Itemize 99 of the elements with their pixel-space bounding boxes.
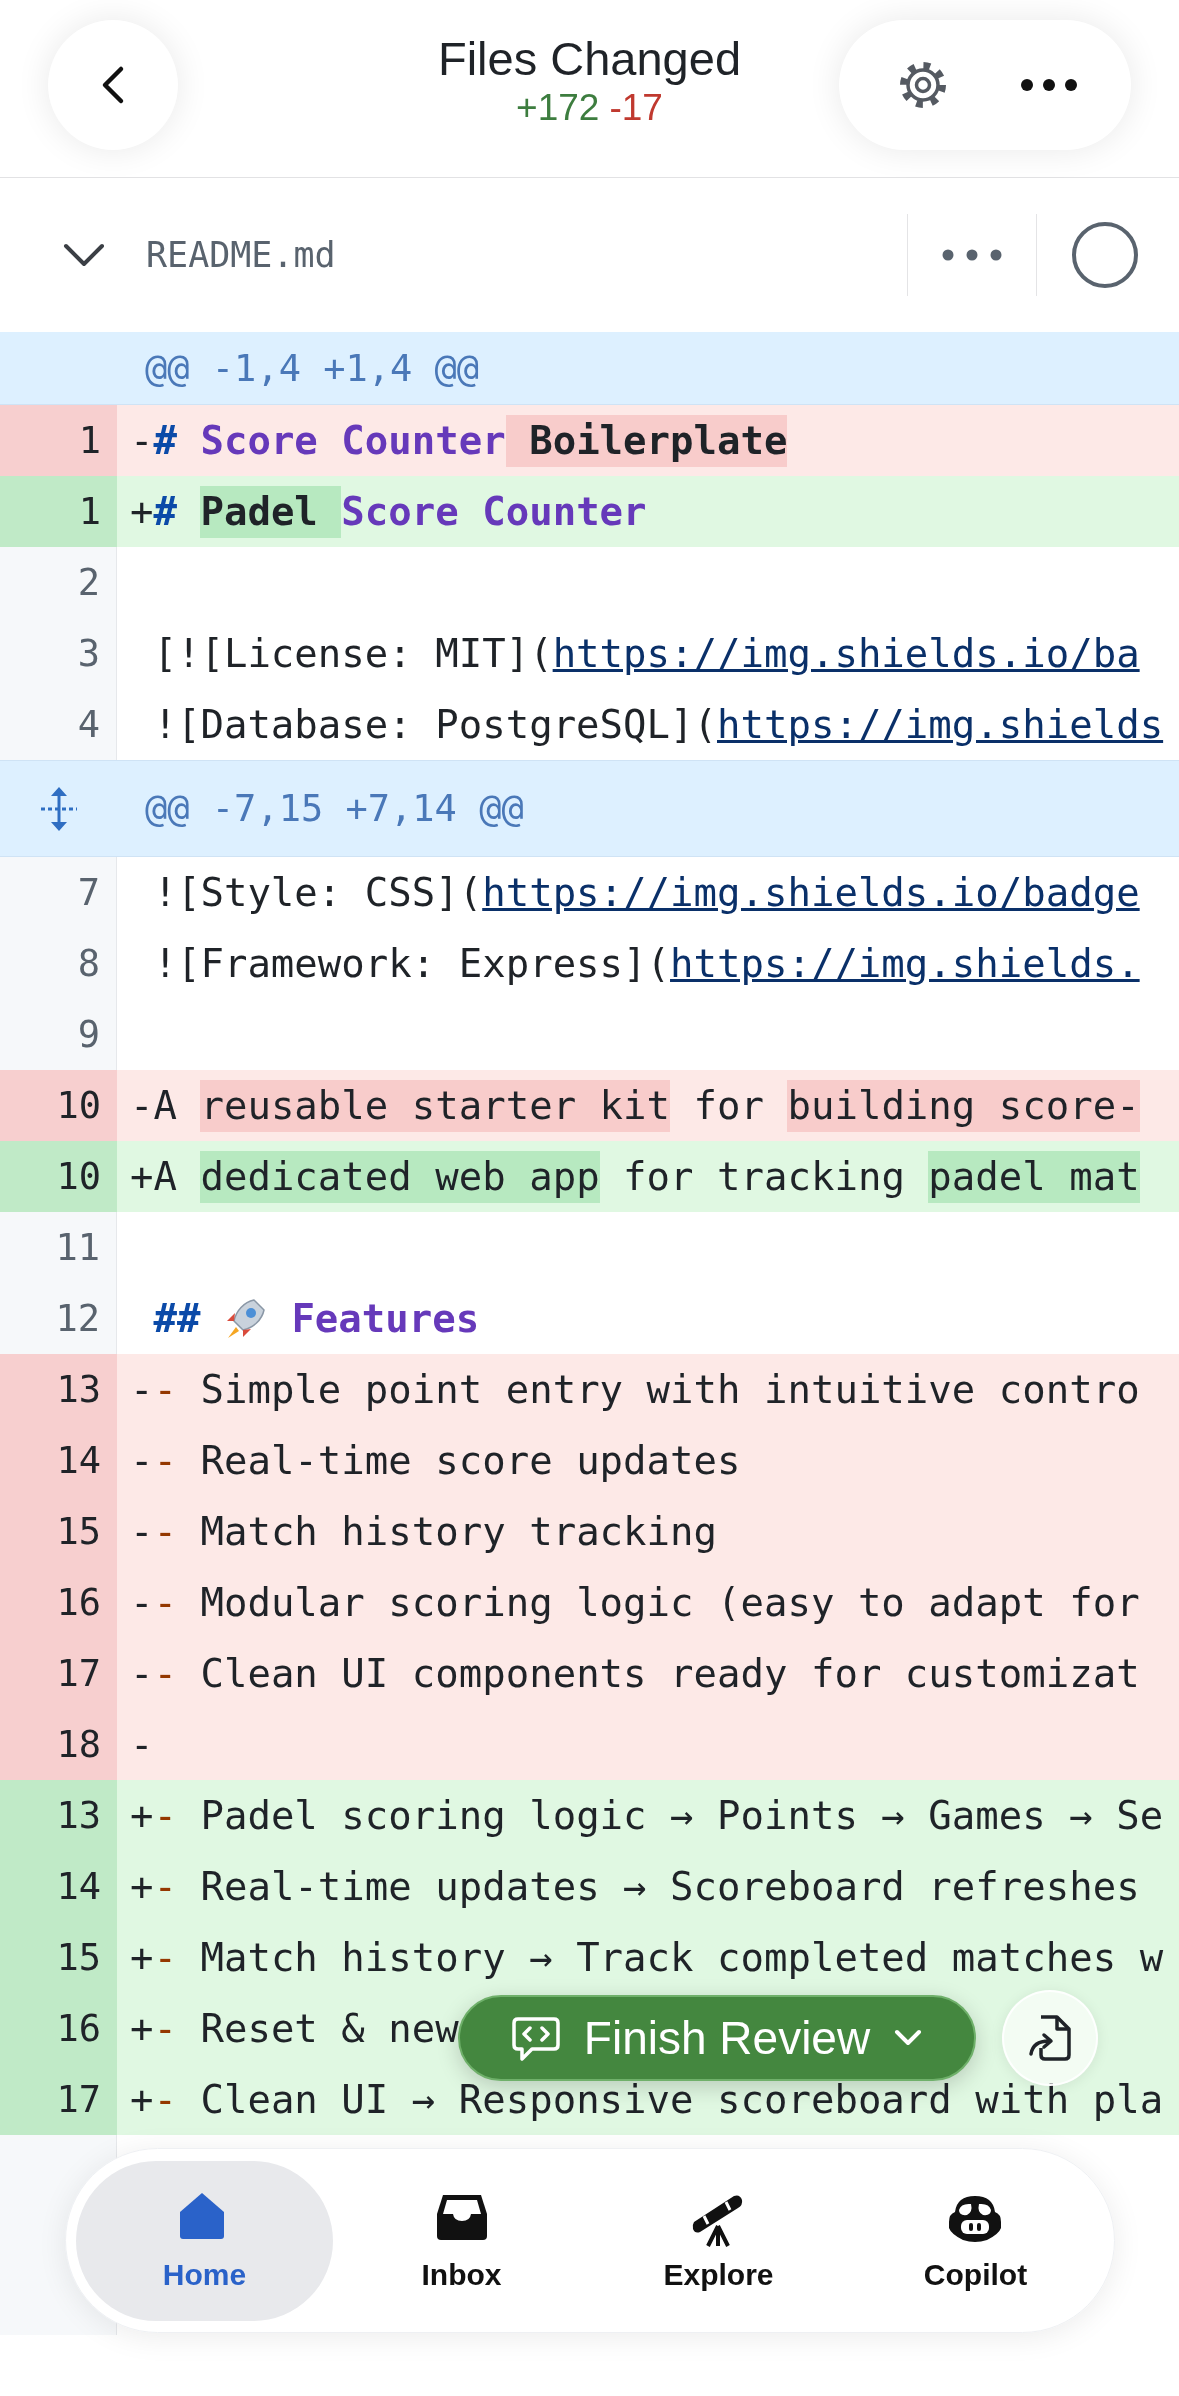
code-text: - (153, 1365, 177, 1414)
line-number: 16 (0, 1993, 117, 2064)
code-text: https://img.shields.io/badge (482, 868, 1140, 917)
code-text: - (130, 1720, 154, 1769)
code-text: dedicated web app (200, 1150, 600, 1203)
tab-item[interactable]: Home (76, 2160, 333, 2321)
code-text: building score- (787, 1079, 1140, 1132)
line-number: 12 (0, 1283, 117, 1354)
code-text: - (130, 1649, 154, 1698)
code-text: - (153, 1862, 177, 1911)
line-number: 2 (0, 547, 117, 618)
line-number: 18 (0, 1709, 117, 1780)
line-number: 13 (0, 1354, 117, 1425)
file-name: README.md (146, 235, 337, 275)
more-icon (942, 249, 1002, 261)
line-number: 17 (0, 1638, 117, 1709)
viewed-toggle[interactable] (1071, 221, 1139, 289)
code-text: - (153, 1436, 177, 1485)
tab-item[interactable]: Inbox (333, 2160, 590, 2321)
code-text: - (130, 1365, 154, 1414)
code-text: Clean UI components ready for customizat (199, 1649, 1140, 1698)
code-text: - (130, 1436, 154, 1485)
code-text: Modular scoring logic (easy to adapt for (199, 1578, 1140, 1627)
code-text: https://img.shields (717, 700, 1164, 749)
line-number: 15 (0, 1922, 117, 1993)
code-text: Match history tracking (199, 1507, 717, 1556)
line-number: 8 (0, 928, 117, 999)
code-text: # (153, 487, 178, 536)
code-text: ## (153, 1294, 201, 1343)
screen-title: Files Changed (437, 30, 742, 87)
code-text: ![Framework: Express]( (153, 939, 671, 988)
line-number: 15 (0, 1496, 117, 1567)
line-number: 16 (0, 1567, 117, 1638)
code-text: https://img.shields.io/ba (552, 629, 1140, 678)
tab-item[interactable]: Copilot (847, 2160, 1104, 2321)
circle-icon (1071, 221, 1139, 289)
line-number: 14 (0, 1425, 117, 1496)
code-text: Boilerplate (505, 414, 788, 467)
code-text: - (130, 416, 154, 465)
code-text: Score Counter (341, 487, 647, 536)
line-number: 4 (0, 689, 117, 760)
line-number: 14 (0, 1851, 117, 1922)
code-text: Reset & new (199, 2004, 459, 2053)
code-text: +A (130, 1152, 178, 1201)
code-text: + (130, 1862, 154, 1911)
code-text: Score Counter (199, 416, 506, 465)
finish-review-button[interactable]: Finish Review (458, 1995, 976, 2081)
code-text: ![Style: CSS]( (153, 868, 483, 917)
line-number: 3 (0, 618, 117, 689)
code-text: - (130, 1507, 154, 1556)
code-text: -A (130, 1081, 178, 1130)
line-number: 13 (0, 1780, 117, 1851)
hunk-range: @@ -1,4 +1,4 @@ (144, 346, 480, 390)
code-text: Padel scoring logic → Points → Games → Se (199, 1791, 1164, 1840)
code-text: reusable starter kit (200, 1079, 671, 1132)
code-text: + (130, 2004, 154, 2053)
code-text: - (153, 1578, 177, 1627)
code-text: + (130, 1791, 154, 1840)
line-number: 11 (0, 1212, 117, 1283)
code-text: ![Database: PostgreSQL]( (153, 700, 717, 749)
additions-count: +172 (516, 86, 600, 129)
more-button[interactable] (1019, 77, 1078, 92)
code-text: - (153, 1791, 177, 1840)
code-text: # (153, 416, 177, 465)
line-number: 10 (0, 1141, 117, 1212)
code-text: Match history → Track completed matches w (199, 1933, 1164, 1982)
code-text: [![License: MIT]( (153, 629, 553, 678)
caret-icon (894, 2029, 923, 2047)
code-text: + (130, 2075, 154, 2124)
line-number: 17 (0, 2064, 117, 2135)
more-icon (1019, 77, 1078, 92)
line-number: 10 (0, 1070, 117, 1141)
file-arrow-icon (1027, 2014, 1073, 2062)
tab-item[interactable]: Explore (590, 2160, 847, 2321)
file-menu-button[interactable] (942, 249, 1002, 261)
code-text: + (130, 1933, 154, 1982)
code-text: - (153, 2004, 177, 2053)
hunk-range: @@ -7,15 +7,14 @@ (144, 787, 524, 830)
code-text: for (692, 1081, 765, 1130)
code-text: + (130, 487, 154, 536)
code-text: - (153, 2075, 177, 2124)
line-number: 1 (0, 405, 117, 476)
code-text: - (153, 1933, 177, 1982)
comment-code-icon (511, 2015, 560, 2061)
code-text: https://img.shields. (670, 939, 1140, 988)
code-text: Padel (200, 485, 342, 538)
line-number: 1 (0, 476, 117, 547)
code-text: Simple point entry with intuitive contro (199, 1365, 1140, 1414)
code-text: for tracking (622, 1152, 906, 1201)
code-text: - (153, 1507, 177, 1556)
line-number: 7 (0, 857, 117, 928)
code-text: - (153, 1649, 177, 1698)
code-text: Real-time updates → Scoreboard refreshes (199, 1862, 1140, 1911)
deletions-count: -17 (609, 86, 663, 129)
code-text: padel mat (928, 1150, 1140, 1203)
code-text: Features (291, 1294, 480, 1343)
code-text: Real-time score updates (199, 1436, 741, 1485)
code-text: - (130, 1578, 154, 1627)
line-number: 9 (0, 999, 117, 1070)
